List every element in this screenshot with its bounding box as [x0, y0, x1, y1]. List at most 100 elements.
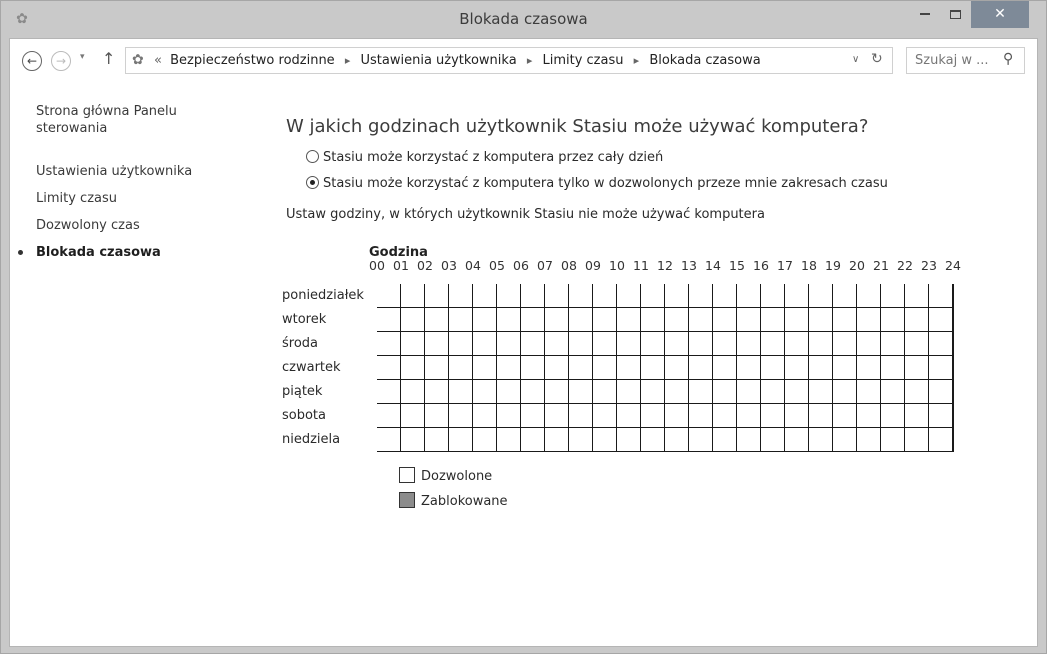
schedule-cell[interactable]	[881, 284, 905, 308]
schedule-cell[interactable]	[761, 380, 785, 404]
schedule-cell[interactable]	[473, 380, 497, 404]
schedule-cell[interactable]	[689, 308, 713, 332]
recent-locations-chevron-icon[interactable]: ▾	[80, 52, 85, 62]
schedule-cell[interactable]	[401, 380, 425, 404]
schedule-cell[interactable]	[617, 380, 641, 404]
schedule-cell[interactable]	[401, 404, 425, 428]
schedule-cell[interactable]	[665, 404, 689, 428]
schedule-cell[interactable]	[785, 428, 809, 452]
schedule-grid[interactable]	[377, 284, 954, 452]
schedule-cell[interactable]	[641, 284, 665, 308]
schedule-cell[interactable]	[905, 380, 929, 404]
sidebar-item-user-settings[interactable]: Ustawienia użytkownika	[36, 163, 226, 180]
search-input[interactable]: Szukaj w ... ⚲	[906, 47, 1025, 74]
schedule-cell[interactable]	[665, 356, 689, 380]
schedule-cell[interactable]	[689, 284, 713, 308]
sidebar-item-control-panel-home[interactable]: Strona główna Panelu sterowania	[36, 103, 226, 137]
search-icon[interactable]: ⚲	[1003, 51, 1013, 67]
schedule-cell[interactable]	[737, 284, 761, 308]
schedule-cell[interactable]	[641, 404, 665, 428]
schedule-cell[interactable]	[377, 332, 401, 356]
sidebar-item-time-limits[interactable]: Limity czasu	[36, 190, 226, 207]
schedule-cell[interactable]	[425, 404, 449, 428]
schedule-cell[interactable]	[761, 428, 785, 452]
breadcrumb-item[interactable]: Bezpieczeństwo rodzinne	[170, 53, 335, 68]
schedule-cell[interactable]	[785, 404, 809, 428]
schedule-cell[interactable]	[593, 428, 617, 452]
schedule-cell[interactable]	[713, 428, 737, 452]
schedule-cell[interactable]	[545, 284, 569, 308]
schedule-cell[interactable]	[569, 356, 593, 380]
schedule-cell[interactable]	[401, 308, 425, 332]
schedule-cell[interactable]	[497, 428, 521, 452]
schedule-cell[interactable]	[929, 284, 953, 308]
schedule-cell[interactable]	[449, 428, 473, 452]
schedule-cell[interactable]	[401, 284, 425, 308]
schedule-cell[interactable]	[881, 380, 905, 404]
schedule-cell[interactable]	[593, 332, 617, 356]
schedule-cell[interactable]	[881, 308, 905, 332]
schedule-cell[interactable]	[593, 404, 617, 428]
schedule-cell[interactable]	[521, 284, 545, 308]
schedule-cell[interactable]	[449, 356, 473, 380]
schedule-cell[interactable]	[857, 428, 881, 452]
schedule-cell[interactable]	[521, 332, 545, 356]
schedule-cell[interactable]	[377, 356, 401, 380]
schedule-cell[interactable]	[665, 284, 689, 308]
schedule-cell[interactable]	[545, 404, 569, 428]
schedule-cell[interactable]	[761, 356, 785, 380]
back-button[interactable]: ←	[22, 51, 42, 71]
schedule-cell[interactable]	[473, 428, 497, 452]
schedule-cell[interactable]	[761, 404, 785, 428]
schedule-cell[interactable]	[665, 380, 689, 404]
schedule-cell[interactable]	[833, 332, 857, 356]
schedule-cell[interactable]	[425, 356, 449, 380]
schedule-cell[interactable]	[617, 284, 641, 308]
schedule-cell[interactable]	[617, 428, 641, 452]
up-arrow-icon[interactable]: ↑	[102, 49, 115, 68]
schedule-cell[interactable]	[809, 404, 833, 428]
schedule-cell[interactable]	[473, 332, 497, 356]
schedule-cell[interactable]	[473, 284, 497, 308]
schedule-cell[interactable]	[497, 380, 521, 404]
breadcrumb-separator-icon[interactable]: ▸	[527, 54, 533, 67]
breadcrumb-item[interactable]: Ustawienia użytkownika	[361, 53, 517, 68]
schedule-cell[interactable]	[569, 332, 593, 356]
schedule-cell[interactable]	[833, 308, 857, 332]
schedule-cell[interactable]	[641, 380, 665, 404]
breadcrumb-overflow-icon[interactable]: «	[154, 53, 162, 68]
schedule-cell[interactable]	[401, 356, 425, 380]
minimize-button[interactable]	[911, 1, 939, 28]
schedule-cell[interactable]	[689, 380, 713, 404]
schedule-cell[interactable]	[785, 332, 809, 356]
schedule-cell[interactable]	[881, 332, 905, 356]
schedule-cell[interactable]	[833, 356, 857, 380]
schedule-cell[interactable]	[737, 380, 761, 404]
schedule-cell[interactable]	[617, 308, 641, 332]
breadcrumb-separator-icon[interactable]: ▸	[634, 54, 640, 67]
breadcrumb-item[interactable]: Blokada czasowa	[649, 53, 760, 68]
schedule-cell[interactable]	[857, 284, 881, 308]
schedule-cell[interactable]	[569, 308, 593, 332]
schedule-cell[interactable]	[449, 284, 473, 308]
schedule-cell[interactable]	[809, 356, 833, 380]
schedule-cell[interactable]	[665, 332, 689, 356]
schedule-cell[interactable]	[689, 404, 713, 428]
schedule-cell[interactable]	[905, 308, 929, 332]
schedule-cell[interactable]	[473, 308, 497, 332]
schedule-cell[interactable]	[737, 404, 761, 428]
schedule-cell[interactable]	[881, 404, 905, 428]
schedule-cell[interactable]	[545, 428, 569, 452]
schedule-cell[interactable]	[905, 332, 929, 356]
schedule-cell[interactable]	[881, 356, 905, 380]
schedule-cell[interactable]	[569, 428, 593, 452]
schedule-cell[interactable]	[449, 380, 473, 404]
schedule-cell[interactable]	[905, 284, 929, 308]
schedule-cell[interactable]	[401, 428, 425, 452]
schedule-cell[interactable]	[593, 284, 617, 308]
schedule-cell[interactable]	[857, 380, 881, 404]
schedule-cell[interactable]	[857, 404, 881, 428]
schedule-cell[interactable]	[833, 284, 857, 308]
schedule-cell[interactable]	[425, 284, 449, 308]
schedule-cell[interactable]	[713, 404, 737, 428]
